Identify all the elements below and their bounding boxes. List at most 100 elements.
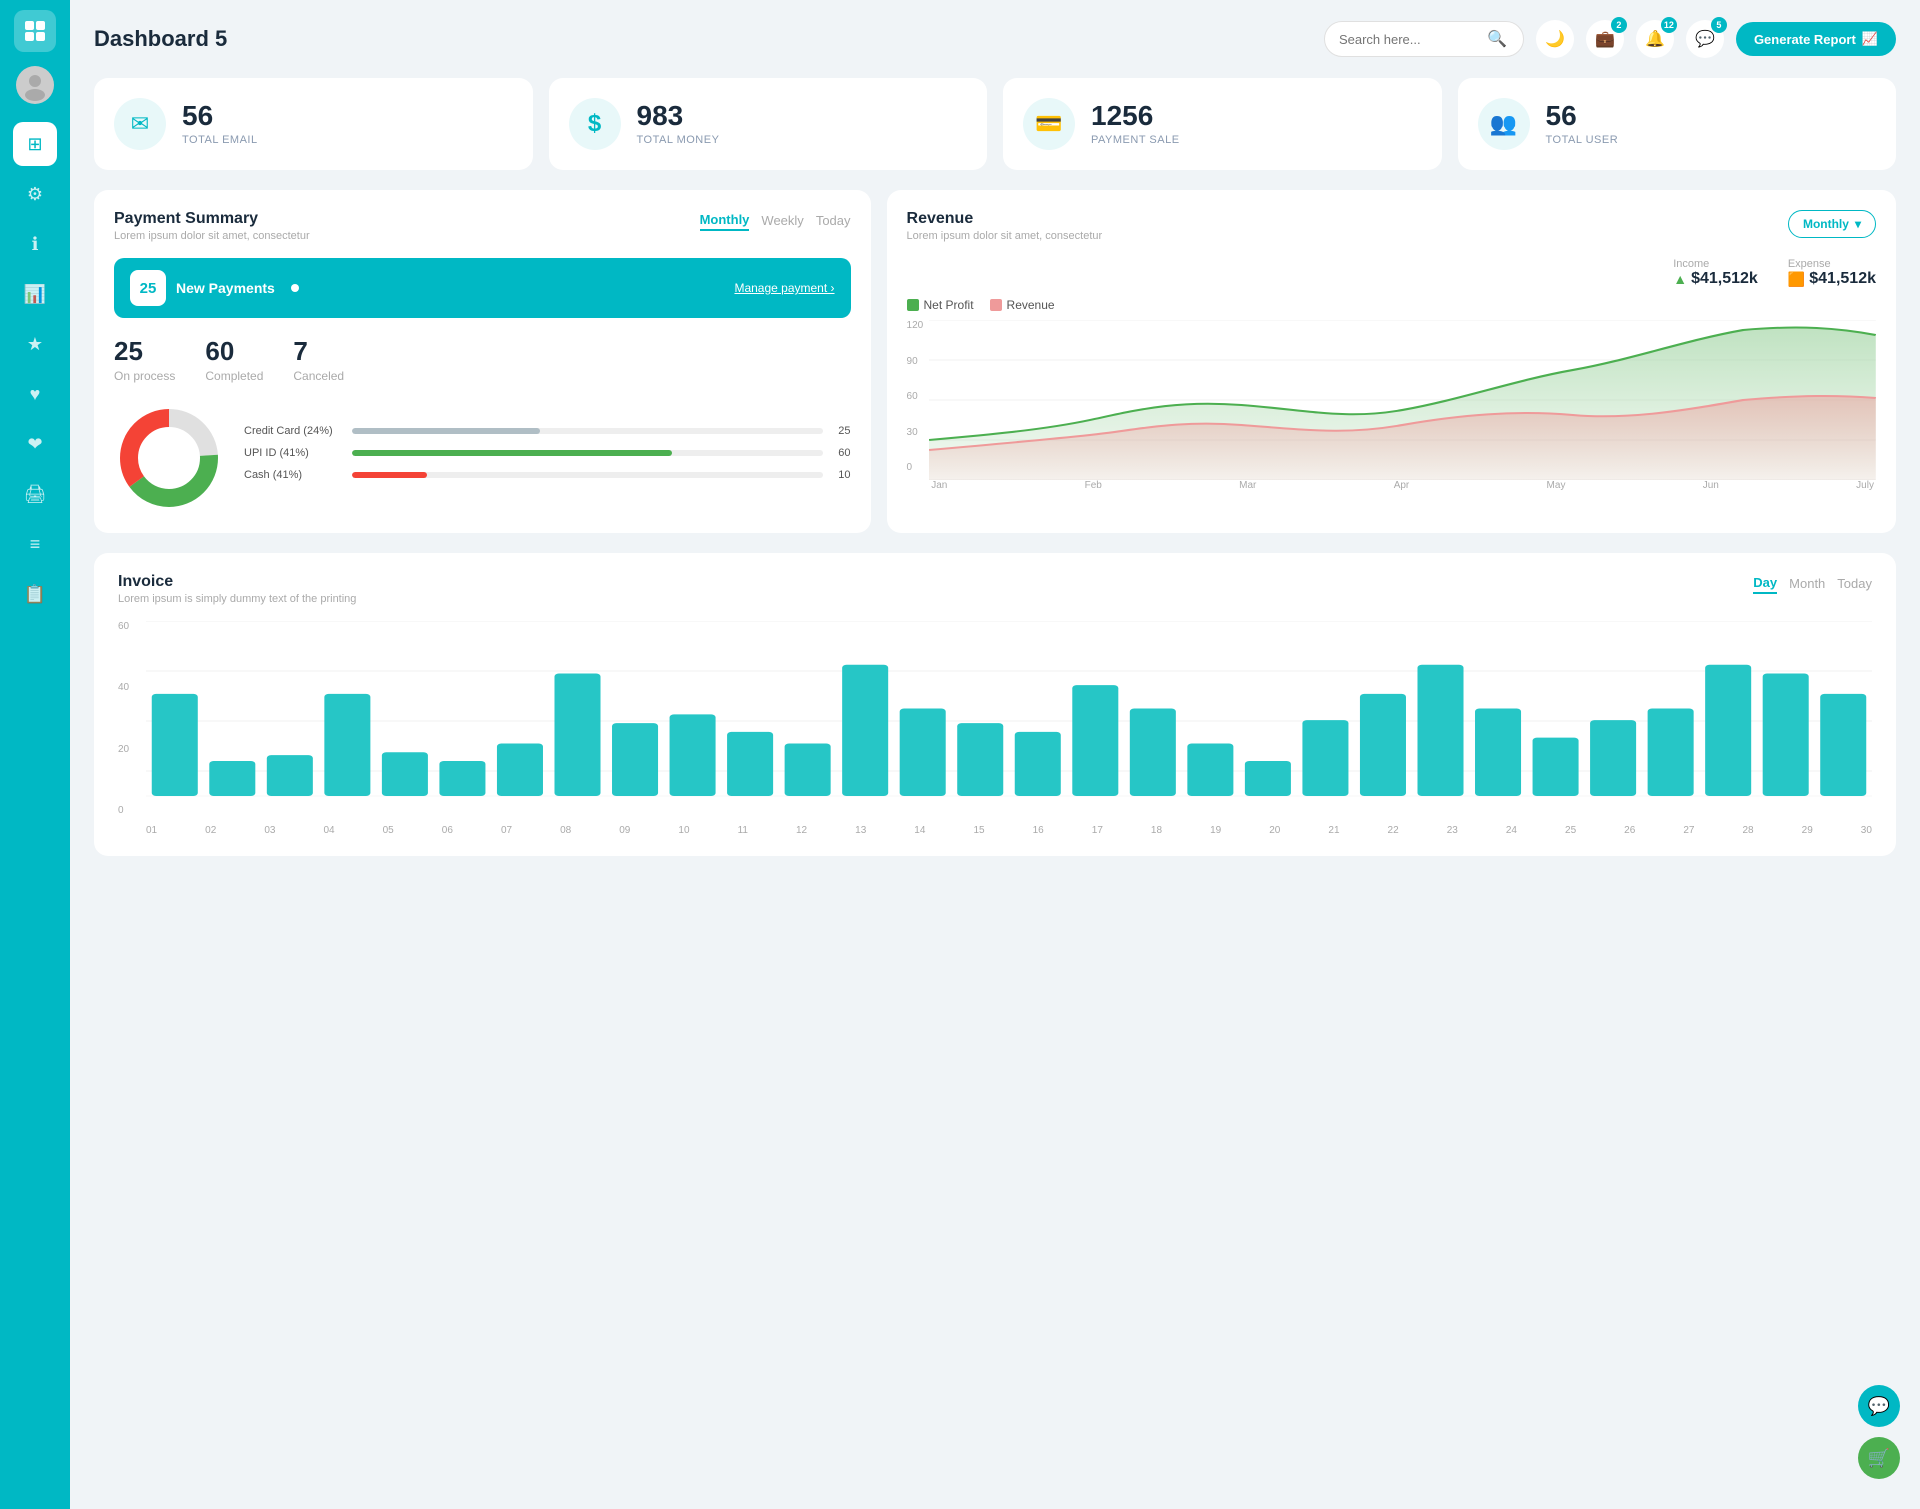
invoice-bar[interactable] xyxy=(1533,738,1579,796)
invoice-bar[interactable] xyxy=(1360,694,1406,796)
invoice-bar[interactable] xyxy=(497,744,543,797)
sidebar-item-heart2[interactable]: ❤ xyxy=(13,422,57,466)
invoice-x-labels: 0102030405060708091011121314151617181920… xyxy=(146,825,1872,836)
y-axis-labels: 0 30 60 90 120 xyxy=(907,320,930,491)
search-icon: 🔍 xyxy=(1487,29,1507,49)
payment-tab-group: Monthly Weekly Today xyxy=(700,210,851,231)
canceled-label: Canceled xyxy=(293,369,344,383)
pbar-upi-fill xyxy=(352,450,672,456)
invoice-bar[interactable] xyxy=(612,723,658,796)
new-payments-bar: 25 New Payments Manage payment › xyxy=(114,258,851,318)
sidebar-item-heart[interactable]: ♥ xyxy=(13,372,57,416)
completed-value: 60 xyxy=(205,336,263,367)
bell-button[interactable]: 🔔 12 xyxy=(1636,20,1674,58)
generate-report-button[interactable]: Generate Report 📈 xyxy=(1736,22,1896,56)
tab-monthly-payment[interactable]: Monthly xyxy=(700,210,750,231)
income-arrow-icon: ▲ xyxy=(1673,271,1687,287)
invoice-bar[interactable] xyxy=(324,694,370,796)
invoice-bar[interactable] xyxy=(842,665,888,796)
payment-bars: Credit Card (24%) 25 UPI ID (41%) 60 xyxy=(244,425,851,491)
generate-label: Generate Report xyxy=(1754,32,1856,47)
manage-payment-link[interactable]: Manage payment › xyxy=(734,281,834,295)
search-input[interactable] xyxy=(1339,32,1479,47)
revenue-chart-container: 0 30 60 90 120 xyxy=(907,320,1876,491)
invoice-bar[interactable] xyxy=(1130,709,1176,797)
invoice-bar[interactable] xyxy=(1705,665,1751,796)
invoice-bar[interactable] xyxy=(152,694,198,796)
stat-email-value: 56 xyxy=(182,102,258,130)
invoice-bar[interactable] xyxy=(785,744,831,797)
invoice-bar[interactable] xyxy=(1015,732,1061,796)
user-avatar[interactable] xyxy=(16,66,54,104)
np-label: New Payments xyxy=(176,280,275,296)
pbar-upi-val: 60 xyxy=(831,447,851,459)
tab-weekly-payment[interactable]: Weekly xyxy=(761,211,803,230)
metric-completed: 60 Completed xyxy=(205,336,263,383)
revenue-monthly-dropdown[interactable]: Monthly ▾ xyxy=(1788,210,1876,238)
metric-on-process: 25 On process xyxy=(114,336,175,383)
income-stat: Income ▲ $41,512k xyxy=(1673,258,1758,288)
sidebar-item-info[interactable]: ℹ xyxy=(13,222,57,266)
invoice-bar[interactable] xyxy=(382,752,428,796)
tab-today-invoice[interactable]: Today xyxy=(1837,574,1872,593)
sidebar-logo[interactable] xyxy=(14,10,56,52)
content-row: Payment Summary Lorem ipsum dolor sit am… xyxy=(94,190,1896,533)
invoice-subtitle: Lorem ipsum is simply dummy text of the … xyxy=(118,593,356,605)
stat-payment-info: 1256 PAYMENT SALE xyxy=(1091,102,1180,146)
pbar-credit-val: 25 xyxy=(831,425,851,437)
invoice-bar[interactable] xyxy=(1648,709,1694,797)
sidebar-item-list[interactable]: ≡ xyxy=(13,522,57,566)
tab-day-invoice[interactable]: Day xyxy=(1753,573,1777,594)
sidebar-item-settings[interactable]: ⚙ xyxy=(13,172,57,216)
invoice-bar[interactable] xyxy=(1820,694,1866,796)
invoice-bar[interactable] xyxy=(957,723,1003,796)
invoice-bar[interactable] xyxy=(267,755,313,796)
revenue-tab-label: Monthly xyxy=(1803,217,1849,231)
invoice-bar[interactable] xyxy=(670,714,716,796)
invoice-bar[interactable] xyxy=(209,761,255,796)
sidebar: ⊞ ⚙ ℹ 📊 ★ ♥ ❤ 🖨 ≡ 📋 xyxy=(0,0,70,1509)
tab-today-payment[interactable]: Today xyxy=(816,211,851,230)
income-value: ▲ $41,512k xyxy=(1673,270,1758,288)
sidebar-item-dashboard[interactable]: ⊞ xyxy=(13,122,57,166)
stat-user-info: 56 TOTAL USER xyxy=(1546,102,1619,146)
email-icon: ✉ xyxy=(114,98,166,150)
invoice-bar[interactable] xyxy=(727,732,773,796)
header-right: 🔍 🌙 💼 2 🔔 12 💬 5 Generate Report 📈 xyxy=(1324,20,1896,58)
sidebar-item-chart[interactable]: 📊 xyxy=(13,272,57,316)
support-float-button[interactable]: 💬 xyxy=(1858,1385,1900,1427)
invoice-bar[interactable] xyxy=(1590,720,1636,796)
revenue-stats: Income ▲ $41,512k Expense 🟧 $41,512k xyxy=(907,258,1876,288)
stat-payment-value: 1256 xyxy=(1091,102,1180,130)
invoice-bar[interactable] xyxy=(900,709,946,797)
invoice-bar[interactable] xyxy=(1417,665,1463,796)
theme-toggle-button[interactable]: 🌙 xyxy=(1536,20,1574,58)
invoice-bar[interactable] xyxy=(1763,674,1809,797)
wallet-button[interactable]: 💼 2 xyxy=(1586,20,1624,58)
invoice-bar[interactable] xyxy=(1475,709,1521,797)
pbar-upi: UPI ID (41%) 60 xyxy=(244,447,851,459)
cart-float-button[interactable]: 🛒 xyxy=(1858,1437,1900,1479)
sidebar-item-doc[interactable]: 📋 xyxy=(13,572,57,616)
invoice-bar[interactable] xyxy=(1245,761,1291,796)
invoice-bar[interactable] xyxy=(439,761,485,796)
sidebar-item-star[interactable]: ★ xyxy=(13,322,57,366)
legend-revenue-dot xyxy=(990,299,1002,311)
invoice-bar[interactable] xyxy=(1187,744,1233,797)
invoice-bar[interactable] xyxy=(1302,720,1348,796)
invoice-bar[interactable] xyxy=(554,674,600,797)
sidebar-item-print[interactable]: 🖨 xyxy=(13,472,57,516)
header: Dashboard 5 🔍 🌙 💼 2 🔔 12 💬 5 Generate Re… xyxy=(94,20,1896,58)
revenue-area-chart xyxy=(929,320,1876,480)
pbar-cash-val: 10 xyxy=(831,469,851,481)
invoice-bar[interactable] xyxy=(1072,685,1118,796)
tab-month-invoice[interactable]: Month xyxy=(1789,574,1825,593)
invoice-header: Invoice Lorem ipsum is simply dummy text… xyxy=(118,573,1872,605)
revenue-legend: Net Profit Revenue xyxy=(907,298,1876,312)
chat-badge: 5 xyxy=(1711,17,1727,33)
search-bar[interactable]: 🔍 xyxy=(1324,21,1524,57)
revenue-chart-wrap: 0 30 60 90 120 xyxy=(907,320,1876,491)
np-count: 25 xyxy=(130,270,166,306)
payment-panel-header: Payment Summary Lorem ipsum dolor sit am… xyxy=(114,210,851,242)
chat-button[interactable]: 💬 5 xyxy=(1686,20,1724,58)
